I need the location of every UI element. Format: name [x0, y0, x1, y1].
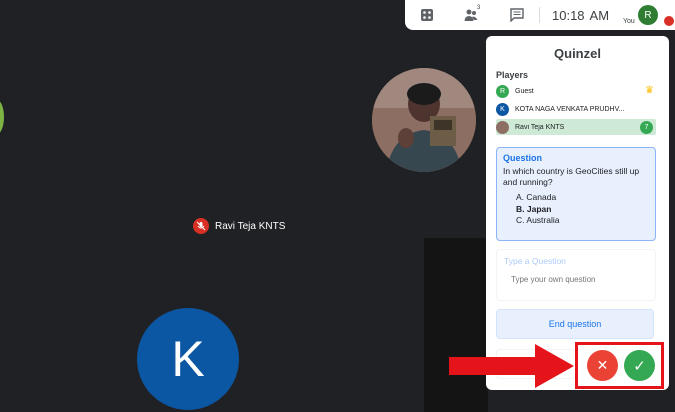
you-label: You: [623, 18, 635, 25]
right-answer-button[interactable]: ✓: [624, 350, 655, 381]
score-badge: 7: [640, 121, 653, 134]
dice-icon[interactable]: [419, 7, 435, 23]
wrong-answer-button[interactable]: ✕: [587, 350, 618, 381]
panel-title: Quinzel: [554, 46, 601, 61]
players-heading: Players: [496, 70, 529, 80]
speaker-name: Ravi Teja KNTS: [215, 220, 286, 232]
chat-icon[interactable]: [509, 7, 525, 23]
player-row: R Guest ♛: [496, 83, 656, 99]
end-question-button[interactable]: End question: [496, 309, 654, 339]
player-row-current: Ravi Teja KNTS 7: [496, 119, 656, 135]
participant-tile-edge: [0, 100, 4, 134]
crown-icon: ♛: [645, 85, 654, 96]
player-avatar: K: [496, 102, 509, 116]
mic-off-icon: [664, 16, 674, 26]
participant-photo-icon: [372, 68, 476, 172]
type-question-label: Type a Question: [504, 256, 566, 266]
top-bar: 3 10:18 AM You R: [405, 0, 675, 30]
player-row: K KOTA NAGA VENKATA PRUDHV...: [496, 101, 656, 117]
type-question-card: Type a Question: [496, 249, 656, 301]
player-name: KOTA NAGA VENKATA PRUDHV...: [515, 105, 625, 113]
player-avatar: R: [496, 84, 509, 98]
player-name: Ravi Teja KNTS: [515, 123, 565, 131]
clock: 10:18 AM: [552, 8, 609, 23]
user-avatar[interactable]: R: [638, 5, 658, 25]
clock-time: 10:18: [552, 8, 585, 23]
speaker-name-tag: Ravi Teja KNTS: [193, 218, 285, 234]
player-name: Guest: [515, 87, 534, 95]
question-card: Question In which country is GeoCities s…: [496, 147, 656, 241]
question-text: In which country is GeoCities still up a…: [503, 166, 640, 187]
question-label: Question: [503, 153, 543, 163]
option-item: A. Canada: [516, 192, 557, 202]
clock-ampm: AM: [589, 8, 610, 23]
question-input[interactable]: [511, 275, 641, 284]
mic-off-icon: [193, 218, 209, 234]
question-options: A. Canada B. Japan C. Australia: [516, 192, 649, 227]
red-arrow-icon: [449, 344, 574, 388]
participant-avatar: K: [137, 308, 239, 410]
topbar-divider: [539, 7, 540, 23]
quinzel-panel: Quinzel Players R Guest ♛ K KOTA NAGA VE…: [486, 36, 669, 390]
participant-video: [372, 68, 476, 172]
player-photo-icon: [496, 120, 509, 134]
option-item-correct: B. Japan: [516, 203, 552, 214]
people-count: 3: [477, 5, 481, 11]
option-item: C. Australia: [516, 215, 560, 225]
